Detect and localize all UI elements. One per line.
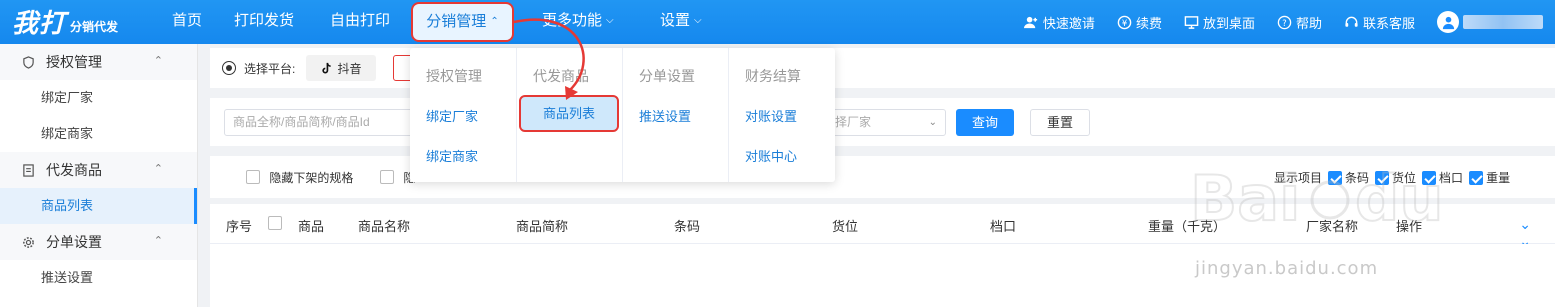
nav-distribution-label: 分销管理 xyxy=(426,13,487,30)
contact-service-button[interactable]: 联系客服 xyxy=(1344,13,1415,32)
top-navbar: 我打 分销代发 首页 打印发货 自由打印 更多功能 ⌵ 设置 ⌵ 分销管理 ⌃ 快速邀… xyxy=(0,0,1555,44)
sidebar-group-label: 分单设置 xyxy=(46,234,102,250)
user-icon xyxy=(1442,16,1454,29)
distribution-dropdown-menu: 授权管理 绑定厂家 绑定商家 代发商品 分单设置 推送设置 财务结算 对账设置 … xyxy=(410,48,835,182)
logo-subtitle: 分销代发 xyxy=(70,20,119,34)
nav-more-features[interactable]: 更多功能 ⌵ xyxy=(530,0,626,44)
dropdown-heading: 授权管理 xyxy=(426,68,482,84)
sidebar-item-push-settings[interactable]: 推送设置 xyxy=(0,260,197,296)
hide-offshelf-spec-label: 隐藏下架的规格 xyxy=(269,171,354,185)
column-option-label: 重量 xyxy=(1486,171,1511,185)
vendor-select-placeholder: 择厂家 xyxy=(835,115,872,129)
dropdown-heading: 代发商品 xyxy=(533,68,589,84)
sidebar-group-label: 代发商品 xyxy=(46,162,102,178)
nav-settings[interactable]: 设置 ⌵ xyxy=(648,0,714,44)
col-product-name: 商品名称 xyxy=(358,219,411,234)
col-location: 货位 xyxy=(832,219,859,234)
monitor-icon xyxy=(1184,15,1199,29)
nav-settings-label: 设置 xyxy=(660,12,691,29)
dropdown-link-reconcile-settings[interactable]: 对账设置 xyxy=(745,106,797,125)
col-index: 序号 xyxy=(226,219,253,234)
platform-chip-label: 抖音 xyxy=(337,61,362,76)
nav-distribution-management[interactable]: 分销管理 ⌃ xyxy=(411,2,514,42)
dropdown-link-product-list[interactable]: 商品列表 xyxy=(519,95,619,132)
logo[interactable]: 我打 分销代发 xyxy=(12,4,118,40)
dropdown-column-auth: 授权管理 绑定厂家 绑定商家 xyxy=(410,48,516,182)
sidebar-group-auth[interactable]: 授权管理 ⌃ xyxy=(0,44,197,80)
help-label: 帮助 xyxy=(1295,15,1322,31)
add-to-desktop-button[interactable]: 放到桌面 xyxy=(1184,13,1255,32)
add-user-icon xyxy=(1023,16,1038,28)
sidebar-item-bind-merchant[interactable]: 绑定商家 xyxy=(0,116,197,152)
chevron-down-icon: ⌵ xyxy=(694,15,702,26)
dropdown-heading: 分单设置 xyxy=(639,68,695,84)
svg-text:du: du xyxy=(1355,162,1444,235)
dropdown-link-push-settings[interactable]: 推送设置 xyxy=(639,106,691,125)
document-icon xyxy=(22,163,36,177)
sidebar-group-label: 授权管理 xyxy=(46,54,102,70)
svg-text:?: ? xyxy=(1282,17,1286,27)
sidebar: 授权管理 ⌃ 绑定厂家 绑定商家 代发商品 ⌃ 商品列表 分单设置 ⌃ 推送设置 xyxy=(0,44,198,307)
select-all-checkbox[interactable] xyxy=(268,216,282,231)
help-button[interactable]: ? 帮助 xyxy=(1277,13,1322,32)
chevron-up-icon: ⌃ xyxy=(153,55,163,67)
col-product-short-name: 商品简称 xyxy=(516,219,569,234)
dropdown-column-finance: 财务结算 对账设置 对账中心 xyxy=(728,48,835,182)
quick-invite-button[interactable]: 快速邀请 xyxy=(1023,13,1095,32)
watermark-url: jingyan.baidu.com xyxy=(1195,258,1379,279)
header-tools: 快速邀请 ¥ 续费 放到桌面 ? 帮助 联系客服 xyxy=(1023,0,1543,44)
svg-text:Bai: Bai xyxy=(1190,162,1300,235)
checkbox[interactable] xyxy=(380,170,394,184)
sidebar-group-split-settings[interactable]: 分单设置 ⌃ xyxy=(0,224,197,260)
logo-text: 我打 xyxy=(12,9,67,39)
chevron-down-icon: ⌵ xyxy=(606,15,614,26)
platform-chip-douyin[interactable]: 抖音 xyxy=(306,55,376,81)
renew-icon: ¥ xyxy=(1117,15,1132,29)
quick-invite-label: 快速邀请 xyxy=(1042,15,1095,31)
chevron-down-icon: ⌄ xyxy=(928,117,937,128)
renew-button[interactable]: ¥ 续费 xyxy=(1117,13,1162,32)
platform-radio[interactable] xyxy=(222,61,236,75)
query-button[interactable]: 查询 xyxy=(956,109,1014,136)
product-search-input[interactable]: 商品全称/商品简称/商品Id xyxy=(224,109,424,136)
sidebar-group-products[interactable]: 代发商品 ⌃ xyxy=(0,152,197,188)
headset-icon xyxy=(1345,16,1358,27)
reset-button[interactable]: 重置 xyxy=(1030,109,1090,136)
renew-label: 续费 xyxy=(1135,15,1162,31)
chevron-up-icon: ⌃ xyxy=(490,16,499,27)
chevron-up-icon: ⌃ xyxy=(153,235,163,247)
dropdown-link-bind-merchant[interactable]: 绑定商家 xyxy=(426,146,478,165)
username-blurred xyxy=(1463,15,1543,29)
shield-icon xyxy=(22,55,36,69)
col-stall: 档口 xyxy=(990,219,1017,234)
svg-text:¥: ¥ xyxy=(1122,17,1128,27)
platform-label: 选择平台: xyxy=(244,62,296,76)
col-barcode: 条码 xyxy=(674,219,701,234)
dropdown-heading: 财务结算 xyxy=(745,68,801,84)
dropdown-column-split: 分单设置 推送设置 xyxy=(622,48,728,182)
dropdown-link-bind-vendor[interactable]: 绑定厂家 xyxy=(426,106,478,125)
nav-home[interactable]: 首页 xyxy=(160,0,214,44)
sidebar-item-bind-vendor[interactable]: 绑定厂家 xyxy=(0,80,197,116)
add-to-desktop-label: 放到桌面 xyxy=(1202,15,1255,31)
hide-offshelf-spec-option[interactable]: 隐藏下架的规格 xyxy=(246,169,353,186)
col-product: 商品 xyxy=(298,219,325,234)
vendor-select[interactable]: 择厂家 ⌄ xyxy=(826,109,946,136)
user-menu[interactable] xyxy=(1437,11,1543,33)
dropdown-link-reconcile-center[interactable]: 对账中心 xyxy=(745,146,797,165)
nav-more-features-label: 更多功能 xyxy=(542,12,603,29)
checkbox[interactable] xyxy=(246,170,260,184)
chevron-up-icon: ⌃ xyxy=(153,163,163,175)
nav-free-print[interactable]: 自由打印 xyxy=(318,0,402,44)
contact-service-label: 联系客服 xyxy=(1362,15,1415,31)
sidebar-item-product-list[interactable]: 商品列表 xyxy=(0,188,197,224)
avatar xyxy=(1437,11,1459,33)
nav-print-ship[interactable]: 打印发货 xyxy=(222,0,306,44)
tiktok-icon xyxy=(322,62,332,73)
gear-icon xyxy=(22,235,36,249)
help-icon: ? xyxy=(1277,15,1292,29)
